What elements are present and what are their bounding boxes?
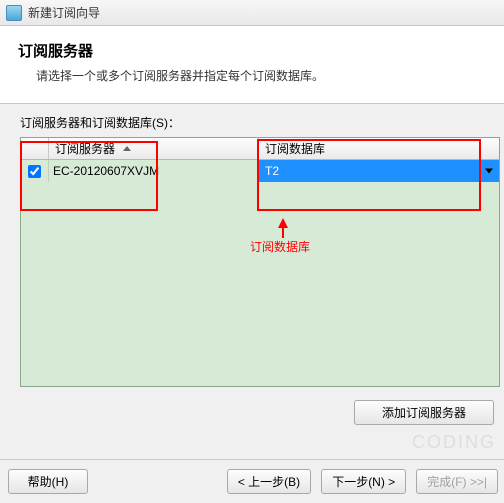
column-header-server[interactable]: 订阅服务器 [49,138,259,159]
help-button[interactable]: 帮助(H) [8,469,88,494]
row-database-cell[interactable]: T2 [259,160,499,182]
row-server-cell: EC-20120607XVJM [49,160,259,182]
title-bar: 新建订阅向导 [0,0,504,26]
annotation-arrow-stem [282,228,284,238]
wizard-footer: 帮助(H) < 上一步(B) 下一步(N) > 完成(F) >>| [0,459,504,503]
back-button[interactable]: < 上一步(B) [227,469,311,494]
grid-header-row: 订阅服务器 订阅数据库 [21,138,499,160]
app-icon [6,5,22,21]
annotation-label: 订阅数据库 [250,238,310,255]
annotation-arrow-icon [278,218,288,228]
finish-button: 完成(F) >>| [416,469,498,494]
row-check-cell[interactable] [21,160,49,182]
column-header-server-label: 订阅服务器 [55,140,115,157]
window-title: 新建订阅向导 [28,4,100,21]
add-server-button[interactable]: 添加订阅服务器 [354,400,494,425]
table-row[interactable]: EC-20120607XVJM T2 [21,160,499,182]
row-checkbox[interactable] [28,165,41,178]
column-header-database-label: 订阅数据库 [265,140,325,157]
sort-asc-icon [123,146,131,151]
page-title: 订阅服务器 [18,40,486,61]
wizard-header: 订阅服务器 请选择一个或多个订阅服务器并指定每个订阅数据库。 [0,26,504,104]
next-button[interactable]: 下一步(N) > [321,469,406,494]
subscription-grid: 订阅服务器 订阅数据库 EC-20120607XVJM T2 [20,137,500,387]
column-header-database[interactable]: 订阅数据库 [259,138,499,159]
row-server-value: EC-20120607XVJM [53,164,159,178]
chevron-down-icon [485,169,493,174]
grid-label: 订阅服务器和订阅数据库(S)： [20,114,504,131]
column-header-check[interactable] [21,138,49,159]
row-database-value: T2 [265,164,279,178]
page-subtitle: 请选择一个或多个订阅服务器并指定每个订阅数据库。 [36,67,486,84]
